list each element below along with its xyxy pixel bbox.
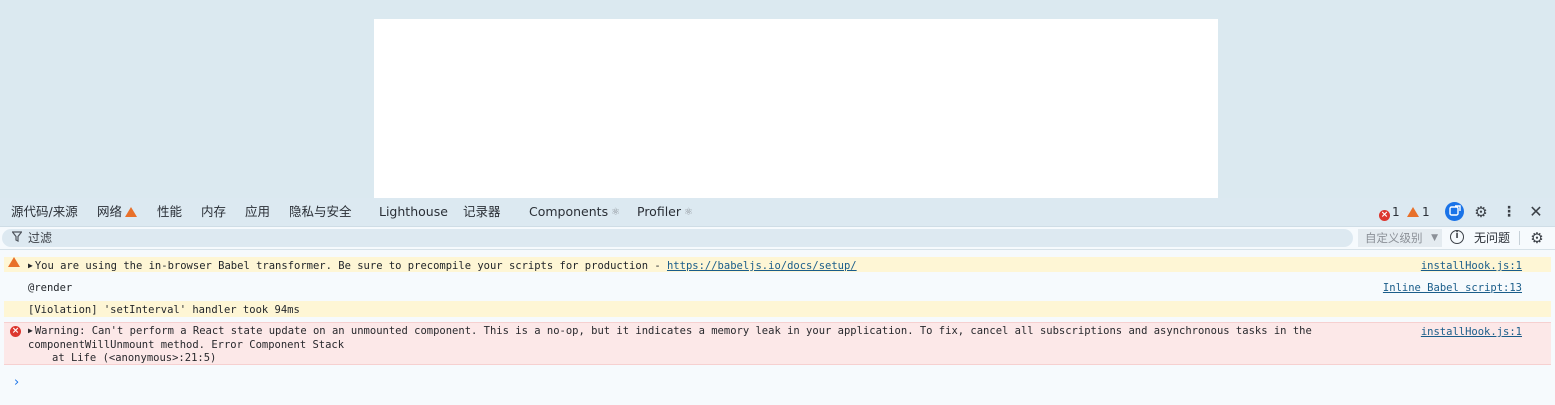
filter-funnel-icon: [11, 231, 23, 245]
message-text-prefix: You are using the in-browser Babel trans…: [34, 260, 667, 272]
expand-triangle-icon[interactable]: ▶: [28, 326, 33, 335]
tab-profiler[interactable]: Profiler ⚛: [637, 198, 693, 226]
babel-setup-link[interactable]: https://babeljs.io/docs/setup/: [667, 260, 857, 272]
error-message-text: Warning: Can't perform a React state upd…: [28, 325, 1312, 351]
react-icon: ⚛: [684, 207, 693, 218]
warning-icon: [1407, 207, 1419, 217]
page-viewport: [0, 0, 1555, 198]
message-text: ▶ You are using the in-browser Babel tran…: [28, 260, 857, 272]
message-text: @render: [28, 282, 73, 294]
console-message-error[interactable]: × ▶ Warning: Can't perform a React state …: [4, 322, 1551, 365]
extension-icon[interactable]: [1445, 202, 1464, 221]
settings-gear-icon[interactable]: ⚙: [1471, 202, 1491, 222]
message-text: [Violation] 'setInterval' handler took 9…: [28, 304, 300, 316]
log-levels-label: 自定义级别: [1365, 231, 1423, 245]
divider: [1519, 231, 1520, 245]
info-icon[interactable]: i: [1450, 230, 1464, 244]
close-icon[interactable]: ✕: [1526, 202, 1546, 222]
console-message-warning[interactable]: ▶ You are using the in-browser Babel tran…: [4, 257, 1551, 272]
error-count-badge[interactable]: × 1: [1379, 204, 1400, 221]
console-message-violation[interactable]: [Violation] 'setInterval' handler took 9…: [4, 301, 1551, 317]
error-stack-frame: at Life (<anonymous>:21:5): [52, 352, 217, 364]
devtools-panel: 源代码/来源 网络 性能 内存 应用 隐私与安全 Lighthouse 记录器 …: [0, 198, 1555, 405]
console-filter-bar: 自定义级别 ▼ i 无问题 ⚙: [0, 227, 1555, 250]
tab-components[interactable]: Components ⚛: [529, 198, 620, 226]
message-text: ▶ Warning: Can't perform a React state up…: [28, 324, 1398, 352]
warning-icon: [125, 207, 138, 217]
tab-profiler-label: Profiler: [637, 204, 682, 219]
page-canvas[interactable]: [374, 19, 1218, 198]
message-source-link[interactable]: installHook.js:1: [1421, 326, 1522, 338]
filter-field[interactable]: [2, 229, 1353, 247]
tab-network-label: 网络: [97, 204, 123, 219]
console-prompt-chevron-icon[interactable]: ›: [14, 375, 19, 390]
tab-memory[interactable]: 内存: [201, 198, 226, 226]
log-levels-dropdown[interactable]: 自定义级别 ▼: [1358, 229, 1442, 247]
warning-count-badge[interactable]: 1: [1407, 204, 1430, 220]
tab-sources[interactable]: 源代码/来源: [11, 198, 78, 226]
react-icon: ⚛: [611, 207, 621, 218]
expand-triangle-icon[interactable]: ▶: [28, 261, 33, 270]
issues-counter[interactable]: 无问题: [1474, 227, 1510, 249]
warning-icon: [8, 257, 20, 267]
tab-privacy-security[interactable]: 隐私与安全: [289, 198, 352, 226]
error-icon: ×: [10, 326, 21, 337]
filter-input[interactable]: [28, 230, 1328, 246]
warning-count: 1: [1422, 205, 1430, 219]
tab-network[interactable]: 网络: [97, 198, 138, 226]
error-count: 1: [1392, 205, 1400, 219]
error-icon: ×: [1379, 210, 1390, 221]
tab-recorder[interactable]: 记录器: [463, 198, 501, 226]
devtools-toolbar: 源代码/来源 网络 性能 内存 应用 隐私与安全 Lighthouse 记录器 …: [0, 198, 1555, 227]
tab-performance[interactable]: 性能: [157, 198, 182, 226]
chevron-down-icon: ▼: [1431, 233, 1438, 243]
more-vert-icon[interactable]: ⋮: [1499, 202, 1519, 222]
console-message-log[interactable]: @render Inline Babel script:13: [4, 279, 1551, 294]
tab-lighthouse[interactable]: Lighthouse: [379, 198, 448, 226]
tab-components-label: Components: [529, 204, 609, 219]
message-source-link[interactable]: Inline Babel script:13: [1383, 282, 1522, 294]
console-settings-gear-icon[interactable]: ⚙: [1527, 228, 1547, 248]
message-source-link[interactable]: installHook.js:1: [1421, 260, 1522, 272]
tab-application[interactable]: 应用: [245, 198, 270, 226]
